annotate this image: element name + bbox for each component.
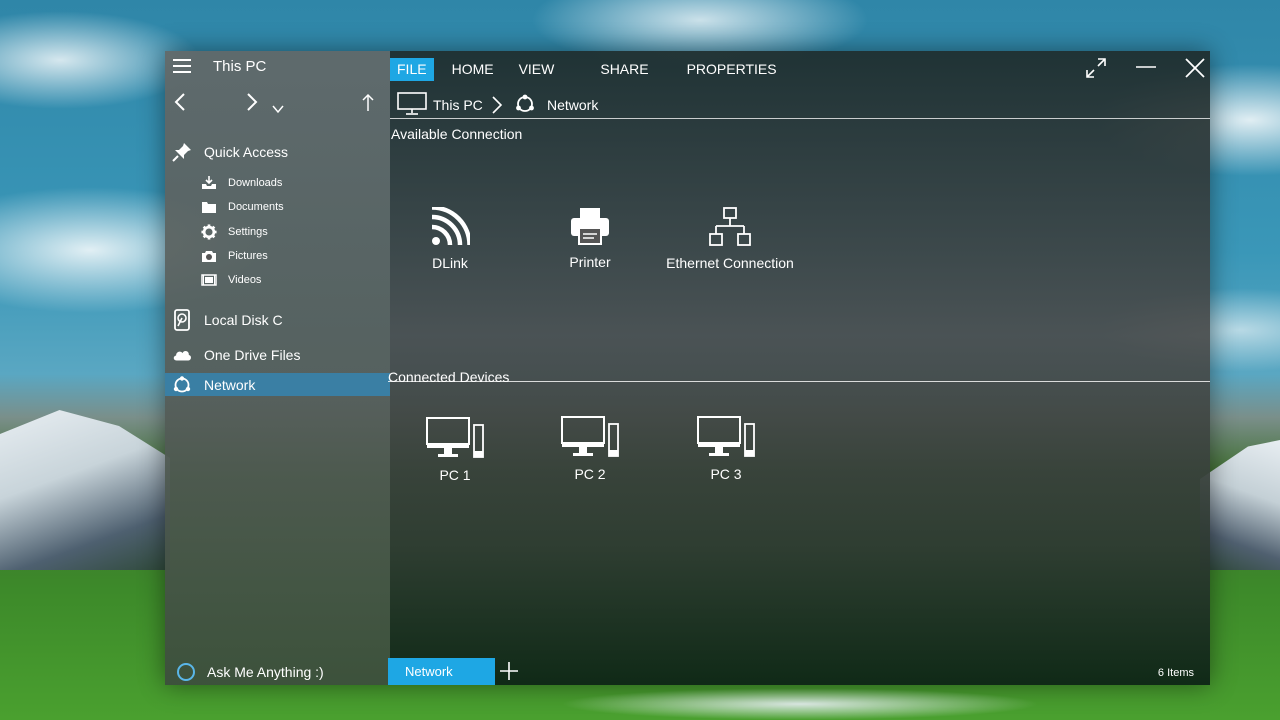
desktop-pc-icon bbox=[420, 413, 490, 459]
plus-icon bbox=[500, 662, 518, 680]
device-pc-2[interactable]: PC 2 bbox=[555, 412, 625, 482]
network-icon bbox=[172, 375, 192, 395]
item-count-status: 6 Items bbox=[1157, 667, 1194, 679]
sidebar-item-local-disk[interactable]: Local Disk C bbox=[165, 309, 390, 331]
printer-icon bbox=[550, 200, 630, 246]
tile-label: PC 1 bbox=[439, 467, 471, 483]
ask-search-box[interactable]: Ask Me Anything :) bbox=[165, 659, 388, 685]
close-icon bbox=[1185, 58, 1205, 78]
desktop-pc-icon bbox=[691, 412, 761, 458]
arrow-up-icon bbox=[362, 93, 374, 111]
section-divider bbox=[388, 381, 1210, 382]
sidebar-subitem-pictures[interactable]: Pictures bbox=[201, 247, 268, 265]
sidebar-item-label: Quick Access bbox=[204, 144, 289, 160]
sidebar-item-quick-access[interactable]: Quick Access bbox=[165, 141, 390, 163]
hard-disk-icon bbox=[172, 309, 192, 331]
sidebar-subitem-label: Documents bbox=[228, 201, 284, 213]
background-mountain-right bbox=[1200, 440, 1280, 570]
connection-printer[interactable]: Printer bbox=[550, 200, 630, 270]
sidebar-item-one-drive[interactable]: One Drive Files bbox=[165, 344, 390, 366]
tile-label: PC 2 bbox=[574, 466, 606, 482]
breadcrumb-separator-icon bbox=[490, 94, 504, 121]
wifi-icon bbox=[415, 201, 485, 247]
menu-home[interactable]: HOME bbox=[445, 58, 501, 81]
device-pc-3[interactable]: PC 3 bbox=[691, 412, 761, 482]
sidebar-title: This PC bbox=[213, 58, 267, 75]
sidebar-item-label: Local Disk C bbox=[204, 312, 283, 328]
hamburger-menu-icon[interactable] bbox=[173, 59, 191, 75]
background-mountain-left bbox=[0, 410, 170, 570]
maximize-button[interactable] bbox=[1085, 57, 1107, 79]
close-button[interactable] bbox=[1184, 57, 1206, 79]
ask-label: Ask Me Anything :) bbox=[207, 664, 324, 680]
gear-icon bbox=[201, 224, 217, 240]
new-tab-button[interactable] bbox=[498, 660, 520, 682]
ethernet-network-icon bbox=[660, 201, 800, 247]
minimize-button[interactable] bbox=[1135, 57, 1157, 79]
sidebar-item-label: One Drive Files bbox=[204, 347, 301, 363]
sidebar-item-label: Network bbox=[204, 376, 256, 393]
menu-file[interactable]: FILE bbox=[390, 58, 434, 81]
sidebar-subitem-documents[interactable]: Documents bbox=[201, 198, 284, 216]
camera-icon bbox=[201, 248, 217, 264]
sidebar-subitem-label: Pictures bbox=[228, 250, 268, 262]
expand-icon bbox=[1086, 58, 1106, 78]
file-explorer-window: This PC Quick Access Downloads Documents… bbox=[165, 51, 1210, 685]
breadcrumb-this-pc[interactable]: This PC bbox=[433, 97, 483, 113]
background-lake bbox=[560, 688, 1040, 720]
chevron-left-icon bbox=[174, 93, 185, 111]
tab-network[interactable]: Network bbox=[388, 658, 495, 685]
menu-view[interactable]: VIEW bbox=[512, 58, 562, 81]
connection-dlink[interactable]: DLink bbox=[415, 201, 485, 271]
cortana-ring-icon bbox=[177, 663, 195, 681]
chevron-right-icon bbox=[247, 93, 258, 111]
folder-icon bbox=[201, 199, 217, 215]
breadcrumb-network[interactable]: Network bbox=[547, 97, 598, 113]
sidebar-subitem-label: Settings bbox=[228, 226, 268, 238]
sidebar: This PC Quick Access Downloads Documents… bbox=[165, 51, 390, 685]
breadcrumb: This PC Network bbox=[390, 89, 1210, 119]
desktop-pc-icon bbox=[555, 412, 625, 458]
sidebar-subitem-videos[interactable]: Videos bbox=[201, 271, 261, 289]
menu-properties[interactable]: PROPERTIES bbox=[680, 58, 784, 81]
section-available-connection: Available Connection bbox=[391, 126, 523, 142]
menu-share[interactable]: SHARE bbox=[593, 58, 655, 81]
sidebar-subitem-downloads[interactable]: Downloads bbox=[201, 174, 282, 192]
sidebar-subitem-settings[interactable]: Settings bbox=[201, 223, 268, 241]
tile-label: PC 3 bbox=[710, 466, 742, 482]
sidebar-subitem-label: Downloads bbox=[228, 177, 283, 189]
connection-ethernet[interactable]: Ethernet Connection bbox=[660, 201, 800, 271]
ribbon-menu: FILE HOME VIEW SHARE PROPERTIES bbox=[390, 58, 795, 81]
cloud-icon bbox=[172, 345, 192, 365]
tile-label: DLink bbox=[432, 255, 468, 271]
tile-label: Ethernet Connection bbox=[666, 255, 794, 271]
sidebar-subitem-label: Videos bbox=[228, 274, 262, 286]
film-icon bbox=[201, 272, 217, 288]
pin-icon bbox=[172, 142, 192, 162]
main-pane: FILE HOME VIEW SHARE PROPERTIES This PC bbox=[388, 51, 1210, 685]
tile-label: Printer bbox=[569, 254, 611, 270]
download-tray-icon bbox=[201, 175, 217, 191]
device-pc-1[interactable]: PC 1 bbox=[420, 413, 490, 483]
forward-button[interactable] bbox=[245, 91, 259, 118]
history-dropdown-button[interactable] bbox=[271, 99, 285, 121]
sidebar-item-network[interactable]: Network bbox=[165, 373, 390, 396]
monitor-icon bbox=[397, 92, 427, 121]
up-button[interactable] bbox=[361, 91, 375, 118]
section-connected-devices: Connected Devices bbox=[388, 369, 510, 385]
network-icon bbox=[514, 93, 536, 120]
back-button[interactable] bbox=[173, 91, 187, 118]
chevron-down-icon bbox=[272, 105, 284, 114]
minimize-icon bbox=[1136, 66, 1156, 68]
